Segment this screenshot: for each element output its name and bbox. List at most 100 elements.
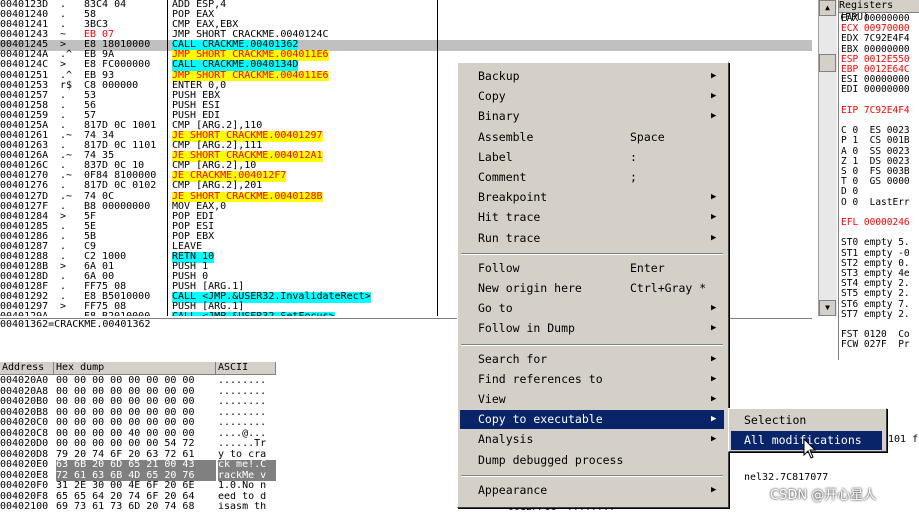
- disasm-row[interactable]: 00401241. 3BC3 CMP EAX,EBX: [0, 20, 812, 31]
- registers-pane[interactable]: Registers (FPU) EAX 00000000 ECX 00970000…: [838, 0, 919, 360]
- disasm-hex: FF75 08: [84, 302, 127, 313]
- scroll-up-button[interactable]: ▲: [819, 0, 836, 16]
- dump-row[interactable]: 004020D0 00 00 00 00 00 00 54 72 ......Tr: [0, 439, 276, 450]
- menu-item-binary[interactable]: Binary ▶: [460, 107, 724, 126]
- registers-title: Registers (FPU): [839, 0, 919, 23]
- disasm-row[interactable]: 00401245 > E8 18010000 CALL CRACKME.0040136…: [0, 40, 812, 51]
- dump-row[interactable]: 004020D8 79 20 74 6F 20 63 72 61 y to cra: [0, 450, 276, 461]
- disasm-address: 00401241: [0, 20, 49, 31]
- register-row[interactable]: EIP 7C92E4F4: [841, 105, 910, 116]
- disasm-hex: 817D 0C 1101: [84, 141, 157, 152]
- submenu-arrow-icon: ▶: [711, 91, 717, 102]
- menu-item-copy-to-executable[interactable]: Copy to executable ▶: [460, 410, 724, 430]
- menu-item-label: Backup: [478, 69, 520, 83]
- menu-item-assemble[interactable]: Assemble Space: [460, 128, 724, 147]
- register-row[interactable]: P 1 CS 001B: [841, 136, 910, 146]
- disasm-hex: 3BC3: [84, 20, 109, 31]
- dump-pane[interactable]: Address Hex dump ASCII 004020A0 00 00 00 …: [0, 362, 276, 512]
- menu-item-find-references-to[interactable]: Find references to ▶: [460, 370, 724, 389]
- menu-item-label[interactable]: Label:: [460, 148, 724, 167]
- register-row[interactable]: O 0 LastErr: [841, 197, 910, 208]
- disasm-hex: 57: [84, 110, 97, 121]
- menu-item-dump-debugged-process[interactable]: Dump debugged process: [460, 451, 724, 470]
- disasm-hex: 817D 0C 1001: [84, 120, 157, 131]
- disasm-hex: C2 1000: [84, 252, 127, 262]
- stack-comment: nel32.7C817077: [744, 472, 829, 483]
- register-row[interactable]: EDI 00000000: [841, 85, 910, 95]
- watermark: CSDN @开心星人: [770, 488, 877, 503]
- menu-item-label: Hit trace: [478, 210, 541, 225]
- menu-item-label: Copy to executable: [478, 412, 603, 427]
- disasm-address: 00401292: [0, 292, 49, 303]
- disasm-address: 00401287: [0, 241, 49, 252]
- menu-separator: [461, 474, 723, 477]
- register-row[interactable]: ST7 empty 2.: [841, 309, 910, 320]
- dump-hex: 79 20 74 6F 20 63 72 61: [56, 449, 195, 460]
- menu-item-label: Dump debugged process: [478, 452, 624, 467]
- disasm-address: 0040128D: [0, 272, 49, 283]
- disasm-row[interactable]: 00401243 ~ EB 07 JMP SHORT CRACKME.0040124C: [0, 30, 812, 41]
- dump-row[interactable]: 004020C8 00 00 00 00 40 00 00 00 ....@...: [0, 429, 276, 440]
- register-row[interactable]: D 0: [841, 187, 858, 197]
- menu-item-appearance[interactable]: Appearance ▶: [460, 481, 724, 500]
- submenu-arrow-icon: ▶: [711, 303, 717, 314]
- submenu-item-label: Selection: [744, 413, 807, 427]
- menu-item-label: View: [478, 392, 506, 406]
- disasm-hex: B8 00000000: [84, 201, 151, 212]
- disassembly-scrollbar[interactable]: ▲ ▼: [818, 0, 837, 316]
- dump-header-hex[interactable]: Hex dump: [54, 362, 216, 374]
- scroll-down-button[interactable]: ▼: [819, 300, 836, 316]
- register-row[interactable]: FCW 027F Pr: [841, 340, 910, 350]
- dump-address: 004020E8: [0, 470, 49, 481]
- dump-header-ascii[interactable]: ASCII: [216, 362, 276, 374]
- menu-item-backup[interactable]: Backup ▶: [460, 67, 724, 86]
- menu-item-follow[interactable]: Follow Enter: [460, 259, 724, 278]
- menu-item-new-origin-here[interactable]: New origin here Ctrl+Gray *: [460, 279, 724, 298]
- dump-address: 004020F0: [0, 481, 49, 491]
- dump-row[interactable]: 00402100 69 73 61 73 6D 20 74 68 isasm th: [0, 502, 276, 512]
- dump-header-address[interactable]: Address: [0, 362, 54, 374]
- dump-row[interactable]: 004020F8 65 65 64 20 74 6F 20 64 eed to d: [0, 492, 276, 503]
- dump-row[interactable]: 004020A0 00 00 00 00 00 00 00 00........: [0, 376, 276, 387]
- menu-item-copy[interactable]: Copy ▶: [460, 87, 724, 106]
- disasm-address: 0040126A: [0, 151, 49, 162]
- menu-item-analysis[interactable]: Analysis ▶: [460, 430, 724, 449]
- menu-item-hit-trace[interactable]: Hit trace ▶: [460, 208, 724, 227]
- dump-ascii: ck me!.C: [218, 460, 276, 471]
- dump-hex: 31 2E 30 00 4E 6F 20 6E: [56, 481, 195, 491]
- dump-row[interactable]: 004020B0 00 00 00 00 00 00 00 00........: [0, 397, 276, 408]
- disasm-address: 0040129A: [0, 312, 56, 316]
- scroll-thumb[interactable]: [819, 54, 836, 72]
- dump-row[interactable]: 004020E8 72 61 63 6B 4D 65 20 76 rackMe v: [0, 470, 276, 481]
- dump-address: 00402100: [0, 502, 49, 512]
- dump-row[interactable]: 004020F0 31 2E 30 00 4E 6F 20 6E 1.0.No n: [0, 481, 276, 492]
- disasm-address: 0040124A: [0, 50, 49, 61]
- dump-hex: 63 6B 20 6D 65 21 00 43: [56, 460, 216, 471]
- menu-item-go-to[interactable]: Go to ▶: [460, 299, 724, 318]
- dump-row[interactable]: 004020E0 63 6B 20 6D 65 21 00 43 ck me!.C: [0, 460, 276, 471]
- dump-row[interactable]: 004020A8 00 00 00 00 00 00 00 00........: [0, 387, 276, 398]
- register-row[interactable]: EFL 00000246: [841, 218, 910, 228]
- menu-item-shortcut: Enter: [630, 260, 665, 275]
- menu-item-run-trace[interactable]: Run trace ▶: [460, 229, 724, 248]
- menu-item-comment[interactable]: Comment;: [460, 168, 724, 187]
- dump-ascii: eed to d: [218, 491, 267, 502]
- menu-item-breakpoint[interactable]: Breakpoint ▶: [460, 188, 724, 207]
- dump-row[interactable]: 004020B8 00 00 00 00 00 00 00 00........: [0, 408, 276, 419]
- disasm-row[interactable]: 0040123D. 83C4 04 ADD ESP,4: [0, 0, 812, 11]
- menu-item-view[interactable]: View ▶: [460, 390, 724, 409]
- disasm-hex: E8 B5010000: [84, 292, 151, 303]
- menu-item-follow-in-dump[interactable]: Follow in Dump ▶: [460, 319, 724, 338]
- dump-row[interactable]: 004020C0 00 00 00 00 00 00 00 00........: [0, 418, 276, 429]
- register-row[interactable]: EDX 7C92E4F4: [841, 34, 910, 44]
- submenu-item-selection[interactable]: Selection: [731, 411, 882, 430]
- register-row[interactable]: ST5 empty 2.: [841, 289, 910, 299]
- register-row[interactable]: ST0 empty 5.: [841, 238, 910, 248]
- disasm-row[interactable]: 00401240. 58 POP EAX: [0, 9, 812, 21]
- context-menu[interactable]: Backup ▶ Copy ▶ Binary ▶ Assemble Space Label: Co…: [457, 62, 729, 508]
- dump-address: 004020D0: [0, 439, 49, 449]
- dump-hex: 00 00 00 00 00 00 00 00: [56, 397, 195, 407]
- disasm-row[interactable]: 0040124A .^ EB 9A JMP SHORT CRACKME.004011E…: [0, 50, 812, 61]
- menu-item-search-for[interactable]: Search for ▶: [460, 350, 724, 369]
- disasm-address: 00401257: [0, 90, 49, 101]
